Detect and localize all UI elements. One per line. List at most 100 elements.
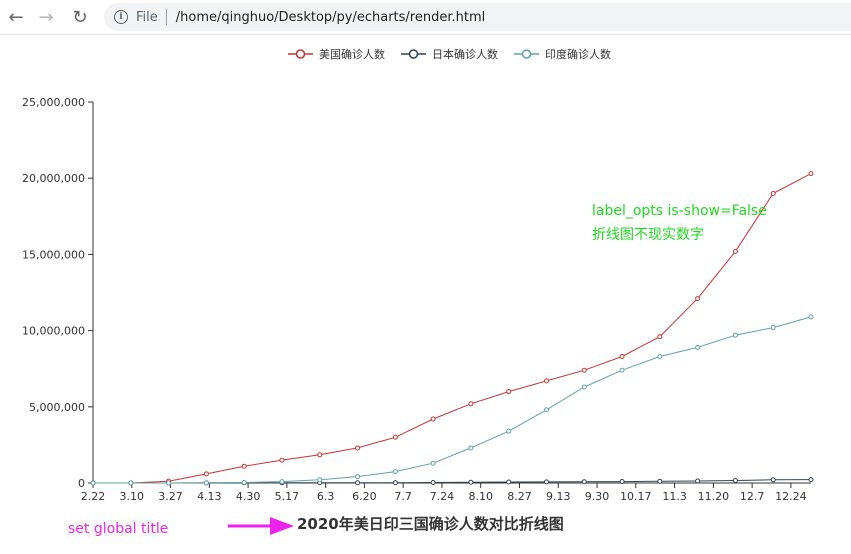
x-tick-label: 9.13 [546, 490, 571, 503]
x-tick-label: 5.17 [275, 490, 300, 503]
url-text[interactable]: /home/qinghuo/Desktop/py/echarts/render.… [176, 10, 486, 25]
data-point [392, 469, 398, 475]
x-tick-label: 7.24 [430, 490, 455, 503]
data-point [657, 354, 663, 360]
data-point [657, 478, 663, 484]
data-point [657, 334, 663, 340]
back-arrow-icon[interactable]: ← [4, 5, 28, 29]
data-point [241, 479, 247, 485]
data-point [279, 479, 285, 485]
data-point [241, 463, 247, 469]
x-tick-label: 4.30 [236, 490, 261, 503]
forward-arrow-icon[interactable]: → [34, 5, 58, 29]
data-point [203, 471, 209, 477]
y-tick-label: 5,000,000 [29, 401, 85, 414]
data-point [808, 314, 814, 320]
data-point [619, 367, 625, 373]
data-point [543, 479, 549, 485]
data-point [808, 477, 814, 483]
series-line-0 [93, 173, 812, 484]
reload-icon[interactable]: ↻ [68, 5, 92, 29]
global-title-caption: set global title [68, 521, 169, 537]
data-point [732, 248, 738, 254]
x-tick-label: 4.13 [197, 490, 222, 503]
data-point [468, 401, 474, 407]
data-point [203, 480, 209, 486]
data-point [355, 474, 361, 480]
data-point [695, 478, 701, 484]
data-point [695, 344, 701, 350]
info-icon[interactable]: i [114, 10, 128, 24]
y-tick-label: 15,000,000 [22, 248, 85, 261]
x-tick-label: 11.20 [698, 490, 730, 503]
legend-label: 印度确诊人数 [545, 47, 611, 61]
line-chart: 美国确诊人数 日本确诊人数 印度确诊人数 0 5,000,000 10,000,000 1… [22, 47, 814, 503]
data-point [506, 428, 512, 434]
x-tick-label: 11.3 [662, 490, 687, 503]
x-tick-label: 10.17 [620, 490, 652, 503]
data-point [468, 445, 474, 451]
legend-marker-icon [295, 49, 306, 59]
data-point [430, 460, 436, 466]
data-point [581, 479, 587, 485]
data-point [770, 477, 776, 483]
chart-title: 2020年美日印三国确诊人数对比折线图 [297, 515, 564, 533]
chart-axes: 0 5,000,000 10,000,000 15,000,000 20,000,000… [22, 96, 811, 503]
address-separator [165, 9, 167, 25]
data-point [770, 190, 776, 196]
data-point [90, 480, 96, 486]
data-point [581, 384, 587, 390]
x-tick-label: 6.20 [352, 490, 377, 503]
data-point [732, 332, 738, 338]
x-tick-label: 6.3 [317, 490, 335, 503]
data-point [166, 480, 172, 486]
y-tick-label: 10,000,000 [22, 325, 85, 338]
data-point [581, 367, 587, 373]
series-line-2 [93, 316, 812, 484]
x-tick-label: 9.30 [585, 490, 610, 503]
data-point [430, 480, 436, 486]
x-tick-label: 12.24 [775, 490, 807, 503]
y-tick-label: 0 [78, 477, 85, 490]
browser-toolbar: ← → ↻ i File /home/qinghuo/Desktop/py/ec… [0, 0, 851, 35]
chart-legend: 美国确诊人数 日本确诊人数 印度确诊人数 [288, 47, 611, 61]
data-point [392, 434, 398, 440]
right-arrow-icon [228, 517, 294, 535]
legend-marker-icon [521, 49, 532, 59]
data-point [128, 480, 134, 486]
annotation-note-line-1: label_opts is-show=False [592, 203, 767, 219]
data-point [317, 477, 323, 483]
data-point [770, 325, 776, 331]
x-tick-label: 8.27 [507, 490, 532, 503]
x-tick-label: 12.7 [740, 490, 765, 503]
data-point [355, 445, 361, 451]
x-tick-label: 3.10 [120, 490, 145, 503]
y-tick-label: 20,000,000 [22, 172, 85, 185]
data-point [506, 389, 512, 395]
data-point [543, 407, 549, 413]
legend-marker-icon [408, 49, 419, 59]
x-tick-label: 8.10 [468, 490, 493, 503]
data-point [619, 354, 625, 360]
y-tick-label: 25,000,000 [22, 96, 85, 109]
data-point [732, 477, 738, 483]
legend-label: 美国确诊人数 [319, 47, 385, 61]
data-point [468, 479, 474, 485]
data-point [506, 479, 512, 485]
data-point [355, 480, 361, 486]
x-tick-label: 7.7 [394, 490, 412, 503]
address-bar[interactable]: i File /home/qinghuo/Desktop/py/echarts/… [104, 3, 851, 31]
data-point [695, 296, 701, 302]
data-point [279, 457, 285, 463]
data-point [317, 452, 323, 458]
annotation-note-line-2: 折线图不现实数字 [592, 227, 704, 243]
data-point [619, 479, 625, 485]
data-point [543, 378, 549, 384]
x-tick-label: 3.27 [158, 490, 183, 503]
x-tick-label: 2.22 [81, 490, 106, 503]
data-point [392, 480, 398, 486]
data-point [430, 416, 436, 422]
legend-label: 日本确诊人数 [432, 47, 498, 61]
url-scheme-label: File [136, 9, 158, 25]
data-point [808, 171, 814, 177]
